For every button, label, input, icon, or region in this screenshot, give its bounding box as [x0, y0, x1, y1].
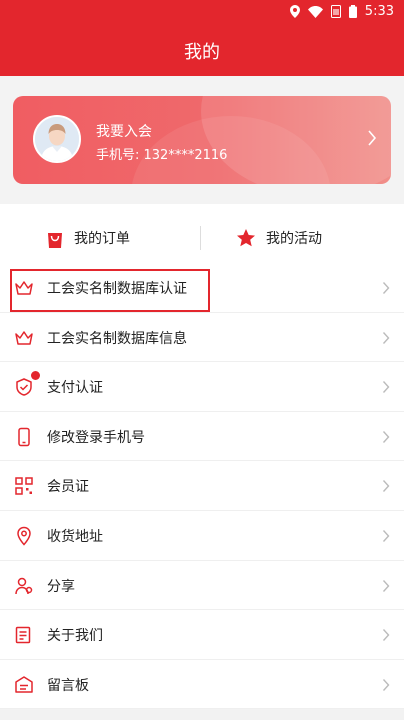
- chevron-right-icon: [382, 629, 390, 642]
- chevron-right-icon: [382, 282, 390, 294]
- menu-item-label: 修改登录手机号: [47, 429, 145, 446]
- chevron-right-icon: [382, 430, 390, 443]
- menu-item-label: 留言板: [47, 677, 89, 694]
- my-activities-label: 我的活动: [266, 231, 322, 247]
- chevron-right-icon: [382, 529, 390, 542]
- menu-item-payment-verify[interactable]: 支付认证: [0, 362, 404, 412]
- menu-item-label: 工会实名制数据库信息: [47, 330, 187, 347]
- my-activities-button[interactable]: 我的活动: [236, 228, 322, 248]
- avatar-icon: [35, 117, 79, 161]
- menu-item-shipping-address[interactable]: 收货地址: [0, 511, 404, 561]
- chevron-right-icon: [382, 381, 390, 394]
- menu-item-label: 支付认证: [47, 380, 103, 397]
- profile-card[interactable]: 我要入会 手机号: 132****2116: [13, 96, 391, 184]
- crown-icon: [15, 330, 33, 345]
- shopping-bag-icon: [48, 233, 62, 248]
- phone-number: 手机号: 132****2116: [96, 148, 228, 163]
- quick-actions: 我的订单 我的活动: [0, 204, 404, 270]
- star-icon: [237, 229, 255, 247]
- sim-card-icon: [330, 5, 341, 18]
- divider: [200, 226, 201, 250]
- menu-item-label: 收货地址: [47, 528, 103, 545]
- my-orders-label: 我的订单: [74, 231, 130, 247]
- menu-item-union-db-info[interactable]: 工会实名制数据库信息: [0, 313, 404, 363]
- notification-dot: [31, 371, 40, 381]
- shield-check-icon: [16, 378, 32, 396]
- chevron-right-icon[interactable]: [367, 129, 377, 147]
- message-board-icon: [15, 676, 33, 693]
- menu-item-member-card[interactable]: 会员证: [0, 461, 404, 511]
- menu-item-about-us[interactable]: 关于我们: [0, 610, 404, 660]
- status-icons: 5:33: [289, 4, 394, 19]
- chevron-right-icon: [382, 678, 390, 691]
- battery-icon: [348, 5, 357, 18]
- menu-item-share[interactable]: 分享: [0, 561, 404, 611]
- menu-item-label: 会员证: [47, 479, 89, 496]
- phone-icon: [18, 427, 30, 447]
- menu-item-change-phone[interactable]: 修改登录手机号: [0, 412, 404, 462]
- chevron-right-icon: [382, 331, 390, 344]
- user-share-icon: [15, 577, 33, 594]
- wifi-icon: [307, 5, 323, 18]
- avatar[interactable]: [33, 115, 81, 163]
- join-union-text: 我要入会: [96, 124, 152, 140]
- qr-code-icon: [15, 477, 33, 496]
- location-pin-icon: [17, 526, 31, 546]
- my-orders-button[interactable]: 我的订单: [46, 228, 130, 248]
- highlight-box: [10, 269, 210, 312]
- status-time: 5:33: [364, 4, 394, 19]
- menu-list: 工会实名制数据库认证 工会实名制数据库信息 支付认证 修改登录手机号 会员证 收…: [0, 263, 404, 710]
- chevron-right-icon: [382, 579, 390, 592]
- note-edit-icon: [15, 626, 31, 644]
- menu-item-message-board[interactable]: 留言板: [0, 660, 404, 710]
- status-bar: 5:33: [0, 0, 404, 26]
- location-icon: [289, 5, 300, 18]
- chevron-right-icon: [382, 480, 390, 493]
- menu-item-label: 分享: [47, 578, 75, 595]
- title-bar: 我的: [0, 26, 404, 76]
- page-title: 我的: [184, 42, 220, 63]
- menu-item-label: 关于我们: [47, 628, 103, 645]
